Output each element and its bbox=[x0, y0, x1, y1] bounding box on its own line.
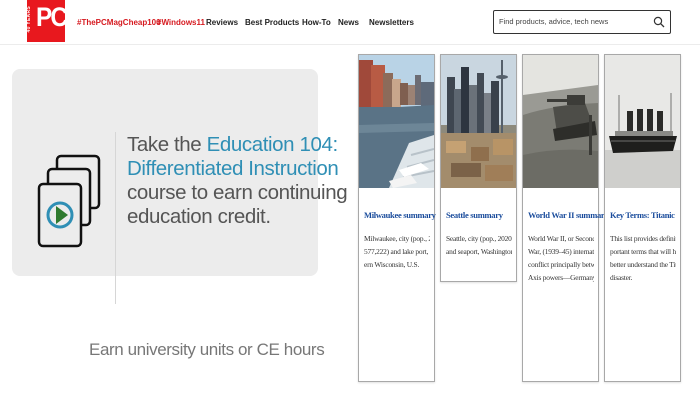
city-skyline-photo bbox=[441, 55, 516, 188]
card-description: Milwaukee, city (pop., 2020: 577,222) an… bbox=[364, 232, 430, 271]
card-desc-line: conflict principally between the bbox=[528, 260, 594, 269]
promo-line1-prefix: Take the bbox=[127, 133, 207, 156]
promo-subtext: Earn university units or CE hours bbox=[89, 340, 325, 359]
result-card-milwaukee[interactable]: Milwaukee summary Milwaukee, city (pop.,… bbox=[358, 54, 436, 382]
card-description: This list provides definitions of im- po… bbox=[610, 232, 676, 284]
search-input[interactable]: Find products, advice, tech news bbox=[493, 10, 671, 34]
card-desc-line: This list provides definitions of im- bbox=[610, 234, 676, 243]
promo-line3: course to earn continuing bbox=[127, 181, 348, 204]
promo-headline: Take the Education 104: Differentiated I… bbox=[127, 133, 348, 229]
card-desc-line: disaster. bbox=[610, 273, 633, 282]
card-description: Seattle, city (pop., 2020: 737,015) and … bbox=[446, 232, 512, 258]
card-desc-line: 577,222) and lake port, southeast- bbox=[364, 247, 430, 256]
promo-line4: education credit. bbox=[127, 205, 271, 228]
course-link-education-104[interactable]: Education 104: bbox=[207, 133, 339, 156]
card-desc-line: World War II, or Second World bbox=[528, 234, 594, 243]
card-title[interactable]: Seattle summary bbox=[446, 210, 503, 220]
promo-divider bbox=[115, 132, 116, 304]
card-desc-line: War, (1939–45) international bbox=[528, 247, 594, 256]
nav-item-best-products[interactable]: Best Products bbox=[245, 18, 299, 27]
wartime-tank-photo bbox=[523, 55, 598, 188]
city-waterfront-photo bbox=[359, 55, 434, 188]
top-navigation-bar: 40 YEARS PC #ThePCMagCheap100 #Windows11… bbox=[0, 0, 700, 45]
nav-item-how-to[interactable]: How-To bbox=[302, 18, 331, 27]
card-desc-line: Milwaukee, city (pop., 2020: bbox=[364, 234, 430, 243]
pcmag-logo[interactable]: 40 YEARS PC bbox=[26, 0, 68, 42]
play-course-icon bbox=[37, 154, 101, 248]
card-desc-line: Seattle, city (pop., 2020: 737,015) bbox=[446, 234, 512, 243]
card-desc-line: Axis powers—Germany, Italy,... bbox=[528, 273, 594, 282]
search-placeholder: Find products, advice, tech news bbox=[499, 17, 609, 26]
logo-text: PC bbox=[36, 2, 68, 32]
course-link-differentiated-instruction[interactable]: Differentiated Instruction bbox=[127, 157, 339, 180]
result-card-seattle[interactable]: Seattle summary Seattle, city (pop., 202… bbox=[440, 54, 517, 282]
card-description: World War II, or Second World War, (1939… bbox=[528, 232, 594, 284]
card-desc-line: better understand the Titanic bbox=[610, 260, 676, 269]
nav-item-news[interactable]: News bbox=[338, 18, 359, 27]
nav-item-cheap100[interactable]: #ThePCMagCheap100 bbox=[77, 18, 161, 27]
result-card-titanic[interactable]: Key Terms: Titanic This list provides de… bbox=[604, 54, 681, 382]
nav-item-windows11[interactable]: #Windows11 bbox=[157, 18, 205, 27]
card-title[interactable]: World War II summary bbox=[528, 210, 609, 220]
logo-years-text: 40 YEARS bbox=[26, 6, 32, 33]
card-desc-line: ern Wisconsin, U.S. bbox=[364, 260, 420, 269]
card-desc-line: and seaport, Washington, U.S. bbox=[446, 247, 512, 256]
nav-item-reviews[interactable]: Reviews bbox=[206, 18, 238, 27]
card-title[interactable]: Key Terms: Titanic bbox=[610, 210, 675, 220]
nav-item-newsletters[interactable]: Newsletters bbox=[369, 18, 414, 27]
result-card-world-war-ii[interactable]: World War II summary World War II, or Se… bbox=[522, 54, 609, 382]
search-icon[interactable] bbox=[653, 16, 665, 28]
card-desc-line: portant terms that will help you bbox=[610, 247, 676, 256]
card-title[interactable]: Milwaukee summary bbox=[364, 210, 436, 220]
ocean-liner-photo bbox=[605, 55, 680, 188]
